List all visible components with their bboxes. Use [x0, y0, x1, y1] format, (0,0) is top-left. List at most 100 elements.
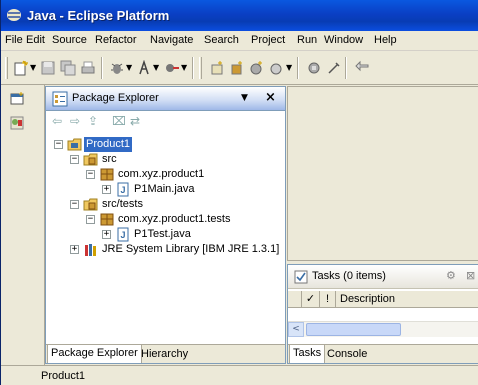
delete-completed-icon[interactable]: ⊠: [466, 269, 475, 282]
eclipse-app-icon: [7, 9, 21, 21]
new-java-dropdown-icon[interactable]: ▼: [286, 63, 292, 72]
tree-row[interactable]: + JRE System Library [IBM JRE 1.3.1]: [48, 242, 284, 257]
new-java-class-icon[interactable]: [249, 60, 265, 76]
save-all-icon[interactable]: [60, 60, 76, 76]
package-explorer-tabs: Package Explorer Hierarchy: [46, 344, 285, 363]
open-perspective-icon[interactable]: [9, 91, 25, 107]
toolbar-grip[interactable]: [199, 57, 202, 79]
menu-search[interactable]: Search: [204, 34, 239, 46]
java-perspective-icon[interactable]: [9, 115, 25, 131]
collapse-toggle[interactable]: −: [70, 200, 79, 209]
menu-source[interactable]: Source: [52, 34, 87, 46]
perspective-bar: [1, 85, 45, 365]
tasks-view: Tasks (0 items) ⚙ ⊠ ✓ ! Description < Ta…: [287, 264, 478, 364]
menu-file[interactable]: File: [5, 34, 23, 46]
menu-bar: File Edit Source Refactor Navigate Searc…: [1, 31, 478, 51]
source-folder-icon: [83, 198, 98, 211]
column-header-priority[interactable]: !: [320, 291, 336, 308]
print-icon[interactable]: [80, 60, 96, 76]
tree-item-label: src/tests: [102, 198, 143, 210]
run-dropdown-icon[interactable]: ▼: [153, 63, 159, 72]
horizontal-scrollbar[interactable]: <: [288, 321, 478, 337]
tree-item-label: com.xyz.product1.tests: [118, 213, 231, 225]
search-icon[interactable]: [326, 60, 342, 76]
expand-toggle[interactable]: +: [70, 245, 79, 254]
menu-navigate[interactable]: Navigate: [150, 34, 193, 46]
java-project-icon: [67, 138, 82, 151]
scroll-left-icon[interactable]: <: [288, 322, 304, 337]
package-explorer-toolbar: ⇦ ⇨ ⇪ ⌧ ⇄: [46, 112, 285, 132]
menu-edit[interactable]: Edit: [26, 34, 45, 46]
column-header-spacer: [288, 291, 302, 308]
source-folder-icon: [83, 153, 98, 166]
menu-refactor[interactable]: Refactor: [95, 34, 137, 46]
package-explorer-header[interactable]: Package Explorer ▼ ×: [46, 87, 285, 111]
view-menu-icon[interactable]: ▼: [241, 93, 248, 103]
column-header-description[interactable]: Description: [336, 291, 478, 308]
menu-help[interactable]: Help: [374, 34, 397, 46]
expand-toggle[interactable]: +: [102, 185, 111, 194]
tree-item-label: Product1: [84, 137, 133, 152]
back-nav-icon[interactable]: [354, 60, 370, 76]
tree-item-label: P1Main.java: [134, 183, 195, 195]
toolbar-separator: [297, 57, 299, 79]
new-java-package-icon[interactable]: [229, 60, 245, 76]
tasks-header[interactable]: Tasks (0 items) ⚙ ⊠: [288, 265, 478, 289]
tab-package-explorer[interactable]: Package Explorer: [47, 345, 142, 363]
status-bar: Product1: [1, 365, 478, 385]
new-scrapbook-icon[interactable]: [269, 60, 285, 76]
tree-row[interactable]: − com.xyz.product1: [48, 167, 284, 182]
external-tools-dropdown-icon[interactable]: ▼: [181, 63, 187, 72]
tree-item-label: src: [102, 153, 117, 165]
toolbar-grip[interactable]: [5, 57, 8, 79]
filter-icon[interactable]: ⌧: [112, 114, 126, 128]
eclipse-window: Java - Eclipse Platform File Edit Source…: [0, 0, 478, 385]
collapse-toggle[interactable]: −: [86, 215, 95, 224]
menu-window[interactable]: Window: [324, 34, 363, 46]
tree-row[interactable]: − src/tests: [48, 197, 284, 212]
debug-icon[interactable]: [109, 60, 125, 76]
external-tools-icon[interactable]: [164, 60, 180, 76]
tree-row[interactable]: − Product1: [48, 137, 284, 152]
tree-row[interactable]: + J P1Test.java: [48, 227, 284, 242]
java-file-icon: J: [117, 227, 129, 242]
expand-toggle[interactable]: +: [102, 230, 111, 239]
column-header-completed[interactable]: ✓: [302, 291, 320, 308]
tasks-title: Tasks (0 items): [312, 270, 386, 282]
menu-project[interactable]: Project: [251, 34, 285, 46]
main-toolbar: ▼ ▼ ▼ ▼ ▼: [1, 51, 478, 85]
menu-run[interactable]: Run: [297, 34, 317, 46]
filter-tasks-icon[interactable]: ⚙: [446, 269, 456, 282]
save-icon[interactable]: [40, 60, 56, 76]
title-bar[interactable]: Java - Eclipse Platform: [1, 0, 478, 31]
collapse-toggle[interactable]: −: [86, 170, 95, 179]
run-icon[interactable]: [136, 60, 152, 76]
package-explorer-title: Package Explorer: [72, 92, 159, 104]
forward-icon[interactable]: ⇨: [70, 114, 80, 128]
window-title: Java - Eclipse Platform: [27, 8, 170, 23]
new-wizard-icon[interactable]: [13, 60, 29, 76]
editor-area[interactable]: [287, 86, 478, 261]
new-java-project-icon[interactable]: [209, 60, 225, 76]
debug-dropdown-icon[interactable]: ▼: [126, 63, 132, 72]
svg-text:J: J: [121, 185, 126, 195]
scroll-thumb[interactable]: [306, 323, 401, 336]
package-explorer-view: Package Explorer ▼ × ⇦ ⇨ ⇪ ⌧ ⇄ − Product…: [45, 86, 286, 364]
collapse-toggle[interactable]: −: [70, 155, 79, 164]
up-icon[interactable]: ⇪: [88, 114, 98, 128]
collapse-toggle[interactable]: −: [54, 140, 63, 149]
tab-hierarchy[interactable]: Hierarchy: [138, 348, 191, 360]
back-icon[interactable]: ⇦: [52, 114, 62, 128]
new-dropdown-icon[interactable]: ▼: [30, 63, 36, 72]
package-explorer-icon: [52, 91, 68, 107]
tree-row[interactable]: − com.xyz.product1.tests: [48, 212, 284, 227]
tasks-icon: [294, 270, 308, 284]
tasks-tabs: Tasks Console: [288, 344, 478, 363]
tab-console[interactable]: Console: [324, 348, 370, 360]
tree-row[interactable]: + J P1Main.java: [48, 182, 284, 197]
link-editor-icon[interactable]: ⇄: [130, 114, 140, 128]
tree-row[interactable]: − src: [48, 152, 284, 167]
close-view-icon[interactable]: ×: [265, 90, 276, 105]
open-type-icon[interactable]: [306, 60, 322, 76]
tab-tasks[interactable]: Tasks: [289, 345, 326, 363]
